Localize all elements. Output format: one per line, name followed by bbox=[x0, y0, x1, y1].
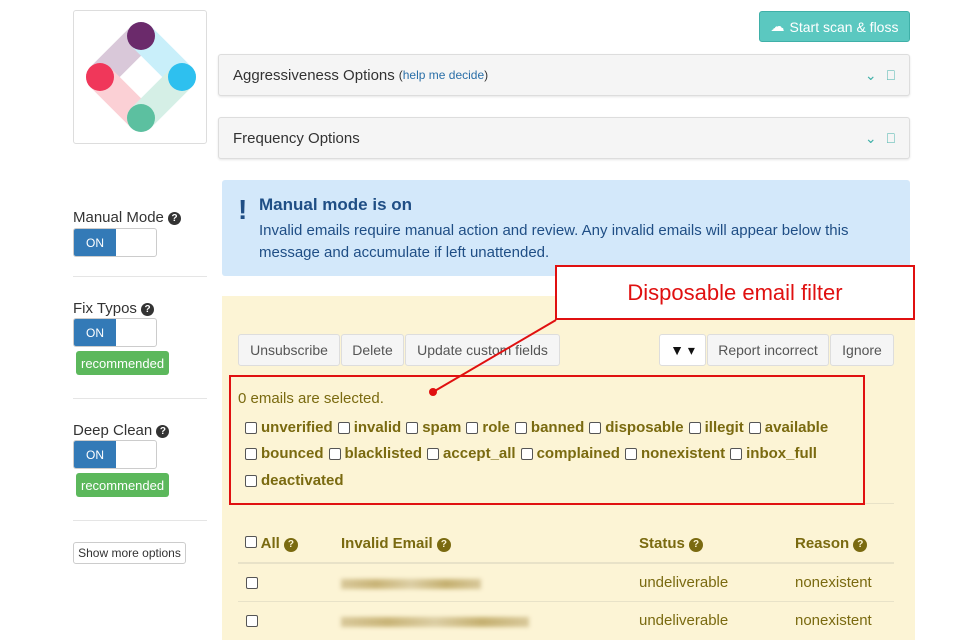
label-text: Manual Mode bbox=[73, 209, 164, 226]
filter-icon: ▼ ▾ bbox=[670, 341, 695, 358]
help-icon[interactable]: ? bbox=[168, 212, 182, 225]
alert-body: Invalid emails require manual action and… bbox=[259, 222, 849, 261]
redacted-email bbox=[341, 579, 481, 589]
annotation-callout: Disposable email filter bbox=[555, 265, 915, 320]
app-logo bbox=[73, 10, 207, 144]
reason-header: Reason ? bbox=[795, 535, 868, 552]
delete-button[interactable]: Delete bbox=[341, 334, 404, 366]
fix-typos-toggle[interactable]: ON bbox=[73, 318, 157, 347]
manual-mode-alert: ! Manual mode is on Invalid emails requi… bbox=[222, 180, 910, 276]
toggle-on: ON bbox=[74, 229, 116, 256]
divider bbox=[238, 601, 894, 602]
header-text: All bbox=[260, 535, 280, 552]
alert-title: Manual mode is on bbox=[259, 195, 413, 214]
paren: ) bbox=[484, 68, 489, 82]
redacted-email bbox=[341, 617, 529, 627]
recommended-badge: recommended bbox=[76, 351, 170, 375]
cloud-upload-icon: ☁ bbox=[770, 18, 785, 34]
status-cell: undeliverable bbox=[639, 574, 729, 591]
start-scan-button[interactable]: ☁ Start scan & floss bbox=[759, 11, 910, 42]
row-checkbox[interactable] bbox=[246, 614, 258, 632]
select-all-checkbox[interactable] bbox=[245, 536, 257, 548]
toggle-on: ON bbox=[74, 441, 116, 468]
update-custom-fields-button[interactable]: Update custom fields bbox=[405, 334, 560, 366]
chevron-down-icon[interactable]: ⌄ bbox=[865, 130, 877, 147]
header-text: Status bbox=[639, 535, 685, 552]
header-text: Reason bbox=[795, 535, 850, 552]
recommended-badge: recommended bbox=[76, 473, 170, 497]
frequency-options-panel[interactable]: Frequency Options ⌄ ⎕ bbox=[218, 117, 910, 159]
bookmark-icon[interactable]: ⎕ bbox=[887, 67, 895, 84]
status-header: Status ? bbox=[639, 535, 704, 552]
help-icon[interactable]: ? bbox=[283, 538, 298, 552]
report-incorrect-button[interactable]: Report incorrect bbox=[707, 334, 829, 366]
panel-title: Frequency Options bbox=[233, 129, 360, 147]
unsubscribe-button[interactable]: Unsubscribe bbox=[238, 334, 340, 366]
label-text: Deep Clean bbox=[73, 422, 153, 439]
status-cell: undeliverable bbox=[639, 612, 729, 629]
manual-mode-toggle[interactable]: ON bbox=[73, 228, 157, 257]
help-icon[interactable]: ? bbox=[141, 303, 155, 316]
deep-clean-label: Deep Clean ? bbox=[73, 422, 170, 439]
help-me-decide-link[interactable]: help me decide bbox=[403, 68, 484, 82]
toggle-on: ON bbox=[74, 319, 116, 346]
bookmark-icon[interactable]: ⎕ bbox=[887, 130, 895, 147]
divider bbox=[73, 276, 207, 277]
reason-cell: nonexistent bbox=[795, 612, 872, 629]
label-text: Fix Typos bbox=[73, 300, 137, 317]
show-more-options-button[interactable]: Show more options bbox=[73, 542, 186, 564]
help-icon[interactable]: ? bbox=[689, 538, 704, 552]
annotation-highlight-box bbox=[229, 375, 865, 505]
filter-dropdown-button[interactable]: ▼ ▾ bbox=[659, 334, 706, 366]
fix-typos-label: Fix Typos ? bbox=[73, 300, 155, 317]
help-icon[interactable]: ? bbox=[436, 538, 451, 552]
exclamation-icon: ! bbox=[238, 194, 248, 225]
select-all-header[interactable]: All ? bbox=[245, 535, 298, 552]
reason-cell: nonexistent bbox=[795, 574, 872, 591]
help-icon[interactable]: ? bbox=[853, 538, 868, 552]
help-icon[interactable]: ? bbox=[156, 425, 170, 438]
deep-clean-toggle[interactable]: ON bbox=[73, 440, 157, 469]
row-checkbox[interactable] bbox=[246, 576, 258, 594]
panel-title: Aggressiveness Options bbox=[233, 66, 395, 84]
ignore-button[interactable]: Ignore bbox=[830, 334, 894, 366]
chevron-down-icon[interactable]: ⌄ bbox=[865, 67, 877, 84]
aggressiveness-options-panel[interactable]: Aggressiveness Options (help me decide) … bbox=[218, 54, 910, 96]
header-text: Invalid Email bbox=[341, 535, 433, 552]
email-header: Invalid Email ? bbox=[341, 535, 451, 552]
manual-mode-label: Manual Mode ? bbox=[73, 209, 182, 226]
divider bbox=[73, 520, 207, 521]
divider bbox=[238, 562, 894, 564]
divider bbox=[73, 398, 207, 399]
